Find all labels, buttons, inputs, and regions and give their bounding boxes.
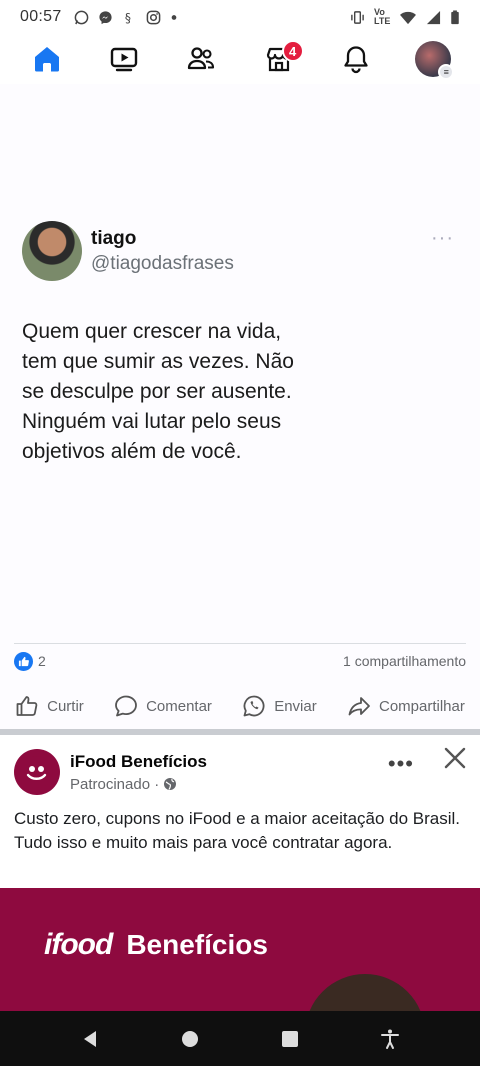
sponsored-post: iFood Benefícios Patrocinado · ••• Custo… <box>0 735 480 1011</box>
nav-notifications[interactable] <box>326 36 386 82</box>
notifications-icon <box>344 46 368 74</box>
ad-page-name[interactable]: iFood Benefícios <box>70 752 207 772</box>
divider <box>14 643 466 644</box>
nav-friends[interactable] <box>171 36 231 82</box>
vibrate-icon <box>351 10 364 24</box>
share-icon <box>348 697 370 716</box>
comment-icon <box>115 695 137 717</box>
dot-icon <box>171 14 176 20</box>
ad-more-icon[interactable]: ••• <box>388 751 414 777</box>
post-text: Quem quer crescer na vida, tem que sumir… <box>22 320 294 463</box>
banner-title: Benefícios <box>126 929 268 960</box>
friends-icon <box>188 47 215 70</box>
ad-text: Custo zero, cupons no iFood e a maior ac… <box>14 809 461 852</box>
recents-icon[interactable] <box>279 1028 301 1050</box>
wifi-icon <box>400 11 416 24</box>
instagram-icon <box>146 10 160 24</box>
marketplace-badge: 4 <box>281 40 304 62</box>
reactions-bar[interactable]: 2 1 compartilhamento <box>14 650 466 672</box>
share-label: Compartilhar <box>378 697 465 715</box>
likes-count[interactable]: 2 <box>38 653 46 669</box>
thumbs-up-icon <box>16 696 38 716</box>
volte-icon: Vo LTE <box>374 7 391 26</box>
like-button[interactable]: Curtir <box>15 694 84 718</box>
post-actions: Curtir Comentar Enviar Compartilhar <box>0 688 480 724</box>
like-label: Curtir <box>47 697 84 715</box>
banner-person-image <box>305 974 425 1011</box>
back-icon[interactable] <box>79 1028 101 1050</box>
tweet-more-icon: ··· <box>431 227 454 249</box>
sponsored-label: Patrocinado · <box>70 775 160 793</box>
feed-post: tiago @tiagodasfrases ··· Quem quer cres… <box>0 84 480 729</box>
nav-video[interactable] <box>94 36 154 82</box>
author-handle: @tiagodasfrases <box>91 252 234 274</box>
svg-text:§: § <box>124 11 130 25</box>
messenger-icon <box>98 10 112 24</box>
ifood-wordmark: ifood <box>44 928 113 961</box>
battery-icon <box>451 9 459 24</box>
home-icon <box>34 47 59 72</box>
profile-avatar: ≡ <box>415 41 455 80</box>
whatsapp-icon <box>74 10 88 24</box>
app-icon: § <box>124 11 130 25</box>
comment-button[interactable]: Comentar <box>114 694 212 718</box>
send-label: Enviar <box>274 697 317 715</box>
home-button-icon[interactable] <box>179 1028 201 1050</box>
nav-profile[interactable]: ≡ <box>403 36 463 82</box>
shares-count[interactable]: 1 compartilhamento <box>343 653 466 669</box>
nav-home[interactable] <box>17 36 77 82</box>
status-bar: 00:57 § Vo LTE <box>0 0 480 34</box>
share-button[interactable]: Compartilhar <box>347 694 465 718</box>
comment-label: Comentar <box>146 697 212 715</box>
close-icon[interactable] <box>442 745 468 771</box>
ad-banner-image[interactable]: ifood Benefícios <box>0 888 480 1011</box>
video-icon <box>110 47 138 72</box>
status-time: 00:57 <box>20 8 62 25</box>
top-navigation: 4 ≡ <box>0 34 480 84</box>
signal-icon <box>426 10 441 24</box>
accessibility-icon[interactable] <box>379 1028 401 1050</box>
send-button[interactable]: Enviar <box>242 694 317 718</box>
globe-icon <box>164 778 177 790</box>
like-reaction-icon <box>14 651 33 671</box>
author-name[interactable]: tiago <box>91 228 234 250</box>
menu-icon: ≡ <box>438 64 455 80</box>
ifood-logo-avatar[interactable] <box>14 749 60 795</box>
nav-marketplace[interactable]: 4 <box>249 36 309 82</box>
author-avatar[interactable] <box>22 221 82 281</box>
tweet-screenshot: tiago @tiagodasfrases ··· Quem quer cres… <box>22 221 462 467</box>
whatsapp-send-icon <box>243 695 265 717</box>
system-navigation-bar <box>0 1011 480 1066</box>
